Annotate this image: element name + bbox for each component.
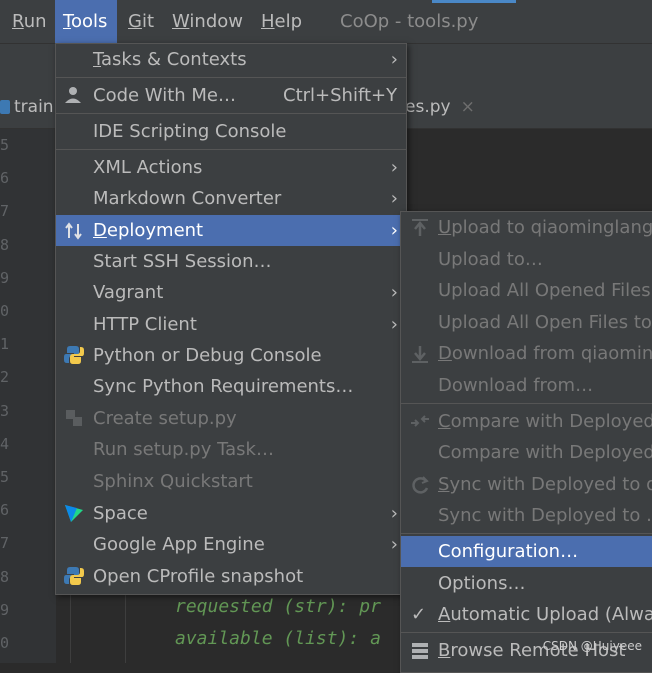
- server-icon: [412, 643, 428, 659]
- line-number: 0: [0, 302, 10, 320]
- line-number: 8: [0, 235, 10, 254]
- menu-window[interactable]: Window: [172, 0, 243, 43]
- space-icon: [65, 505, 83, 522]
- menu-item-upload-to-host: Upload to qiaominglang: [401, 212, 652, 244]
- line-number: 5: [0, 136, 10, 154]
- window-title: CoOp - tools.py: [340, 11, 479, 32]
- line-number: 8: [0, 567, 10, 586]
- menu-item-xml-actions[interactable]: XML Actions ›: [56, 152, 406, 183]
- menu-run[interactable]: Run: [12, 0, 47, 43]
- line-number: 6: [0, 169, 10, 188]
- submenu-arrow-icon: ›: [390, 188, 398, 209]
- menu-item-deployment[interactable]: Deployment ›: [56, 215, 406, 246]
- line-number: 5: [0, 468, 10, 486]
- menu-item-ide-scripting-console[interactable]: IDE Scripting Console: [56, 116, 406, 148]
- menu-separator: [401, 632, 652, 633]
- menu-item-tasks-contexts[interactable]: Tasks & Contexts ›: [56, 44, 406, 76]
- menu-item-compare-with-deployed-to: Compare with Deployed: [438, 442, 652, 463]
- line-number: 7: [0, 202, 10, 221]
- menu-item-upload-all-opened: Upload All Opened Files: [438, 280, 651, 301]
- submenu-arrow-icon: ›: [390, 220, 398, 241]
- menu-item-configuration[interactable]: Configuration…: [401, 536, 652, 567]
- menu-separator: [56, 113, 406, 114]
- watermark: CSDN @Huiyeee: [542, 639, 642, 653]
- deployment-submenu: Upload to qiaominglang Upload to… Upload…: [400, 211, 652, 673]
- menu-item-run-setup-py-task: Run setup.py Task…: [93, 439, 274, 460]
- menu-git[interactable]: Git: [128, 0, 154, 43]
- line-number: 9: [0, 268, 10, 287]
- line-number: 7: [0, 534, 10, 553]
- menu-item-compare-with-deployed: Compare with Deployed: [401, 406, 652, 437]
- menu-item-create-setup-py: Create setup.py: [56, 403, 406, 434]
- submenu-arrow-icon: ›: [390, 49, 398, 70]
- menu-help[interactable]: Help: [261, 0, 302, 43]
- line-number: 3: [0, 401, 10, 420]
- upload-icon: [412, 219, 428, 236]
- line-number: 2: [0, 368, 10, 387]
- sync-icon: [412, 476, 429, 494]
- user-icon: [65, 87, 81, 103]
- tab-files[interactable]: es.py ×: [405, 86, 475, 128]
- menu-item-code-with-me[interactable]: Code With Me… Ctrl+Shift+Y: [56, 80, 406, 112]
- submenu-arrow-icon: ›: [390, 282, 398, 303]
- menu-item-start-ssh-session[interactable]: Start SSH Session…: [56, 246, 406, 277]
- menu-item-markdown-converter[interactable]: Markdown Converter ›: [56, 183, 406, 214]
- line-number: 1: [0, 335, 10, 354]
- line-number: 6: [0, 501, 10, 520]
- python-file-icon: [0, 100, 10, 114]
- menu-item-sync-with-deployed: Sync with Deployed to qi: [401, 469, 652, 500]
- download-icon: [412, 346, 428, 363]
- indent-guide: [125, 590, 126, 663]
- deployment-icon: [65, 222, 82, 240]
- submenu-arrow-icon: ›: [390, 314, 398, 335]
- menu-separator: [56, 149, 406, 150]
- menu-item-download-from: Download from…: [438, 375, 594, 396]
- menu-separator: [56, 77, 406, 78]
- tab-train[interactable]: train.: [0, 86, 59, 128]
- menu-item-vagrant[interactable]: Vagrant ›: [56, 277, 406, 308]
- menu-item-sync-with-deployed-to: Sync with Deployed to …: [438, 505, 652, 526]
- submenu-arrow-icon: ›: [390, 503, 398, 524]
- code-line: available (list): a: [175, 628, 381, 649]
- tools-menu: Tasks & Contexts › Code With Me… Ctrl+Sh…: [55, 43, 407, 595]
- python-icon: [64, 346, 84, 364]
- menu-tools[interactable]: Tools: [55, 0, 117, 43]
- menu-item-sphinx-quickstart: Sphinx Quickstart: [93, 471, 253, 492]
- menu-item-python-debug-console[interactable]: Python or Debug Console: [56, 340, 406, 371]
- menu-separator: [401, 403, 652, 404]
- python-icon: [64, 567, 84, 585]
- menu-item-upload-to: Upload to…: [438, 249, 543, 270]
- checkmark-icon: ✓: [411, 604, 427, 625]
- menu-item-http-client[interactable]: HTTP Client ›: [56, 309, 406, 340]
- menu-item-download-from-host: Download from qiaominc: [401, 338, 652, 369]
- menu-item-upload-all-open-to: Upload All Open Files to.: [438, 312, 652, 333]
- menu-item-automatic-upload[interactable]: ✓ Automatic Upload (Alway: [401, 599, 652, 630]
- menu-item-options[interactable]: Options…: [401, 568, 652, 599]
- menu-item-sync-python-requirements[interactable]: Sync Python Requirements…: [56, 371, 406, 402]
- line-number: 9: [0, 600, 10, 619]
- indent-guide: [70, 590, 71, 663]
- line-number: 4: [0, 434, 10, 453]
- submenu-arrow-icon: ›: [390, 534, 398, 555]
- line-number: 0: [0, 634, 10, 652]
- setup-icon: [66, 410, 82, 426]
- submenu-arrow-icon: ›: [390, 157, 398, 178]
- code-line: requested (str): pr: [175, 596, 381, 617]
- menu-separator: [401, 533, 652, 534]
- menu-item-google-app-engine[interactable]: Google App Engine ›: [56, 529, 406, 560]
- close-tab-icon[interactable]: ×: [461, 97, 475, 117]
- compare-icon: [411, 415, 429, 427]
- menu-item-open-cprofile-snapshot[interactable]: Open CProfile snapshot: [56, 561, 406, 592]
- menu-item-space[interactable]: Space ›: [56, 498, 406, 529]
